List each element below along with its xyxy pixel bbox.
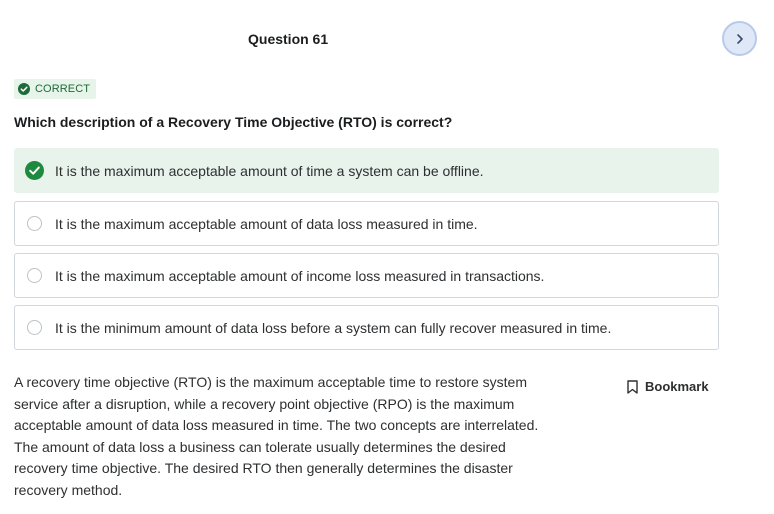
answer-option-3[interactable]: It is the maximum acceptable amount of i… <box>14 253 719 298</box>
answer-option-2[interactable]: It is the maximum acceptable amount of d… <box>14 201 719 246</box>
answer-option-4[interactable]: It is the minimum amount of data loss be… <box>14 305 719 350</box>
question-text: Which description of a Recovery Time Obj… <box>14 114 453 130</box>
bookmark-button[interactable]: Bookmark <box>627 379 709 394</box>
next-question-button[interactable] <box>722 21 757 56</box>
answer-option-text: It is the minimum amount of data loss be… <box>55 319 612 336</box>
radio-button[interactable] <box>27 216 42 231</box>
check-circle-icon <box>18 83 30 95</box>
bookmark-icon <box>627 379 638 394</box>
result-badge: CORRECT <box>14 79 97 99</box>
answer-option-text: It is the maximum acceptable amount of d… <box>55 215 478 232</box>
answer-option-1[interactable]: It is the maximum acceptable amount of t… <box>14 148 719 193</box>
radio-button[interactable] <box>27 320 42 335</box>
result-label: CORRECT <box>35 83 91 95</box>
chevron-right-icon <box>736 33 743 44</box>
radio-button[interactable] <box>27 268 42 283</box>
explanation-text: A recovery time objective (RTO) is the m… <box>14 374 539 498</box>
correct-check-icon <box>25 161 44 180</box>
answer-option-text: It is the maximum acceptable amount of t… <box>55 162 484 179</box>
answer-option-text: It is the maximum acceptable amount of i… <box>55 267 545 284</box>
question-title: Question 61 <box>248 31 329 47</box>
bookmark-label: Bookmark <box>645 379 709 394</box>
